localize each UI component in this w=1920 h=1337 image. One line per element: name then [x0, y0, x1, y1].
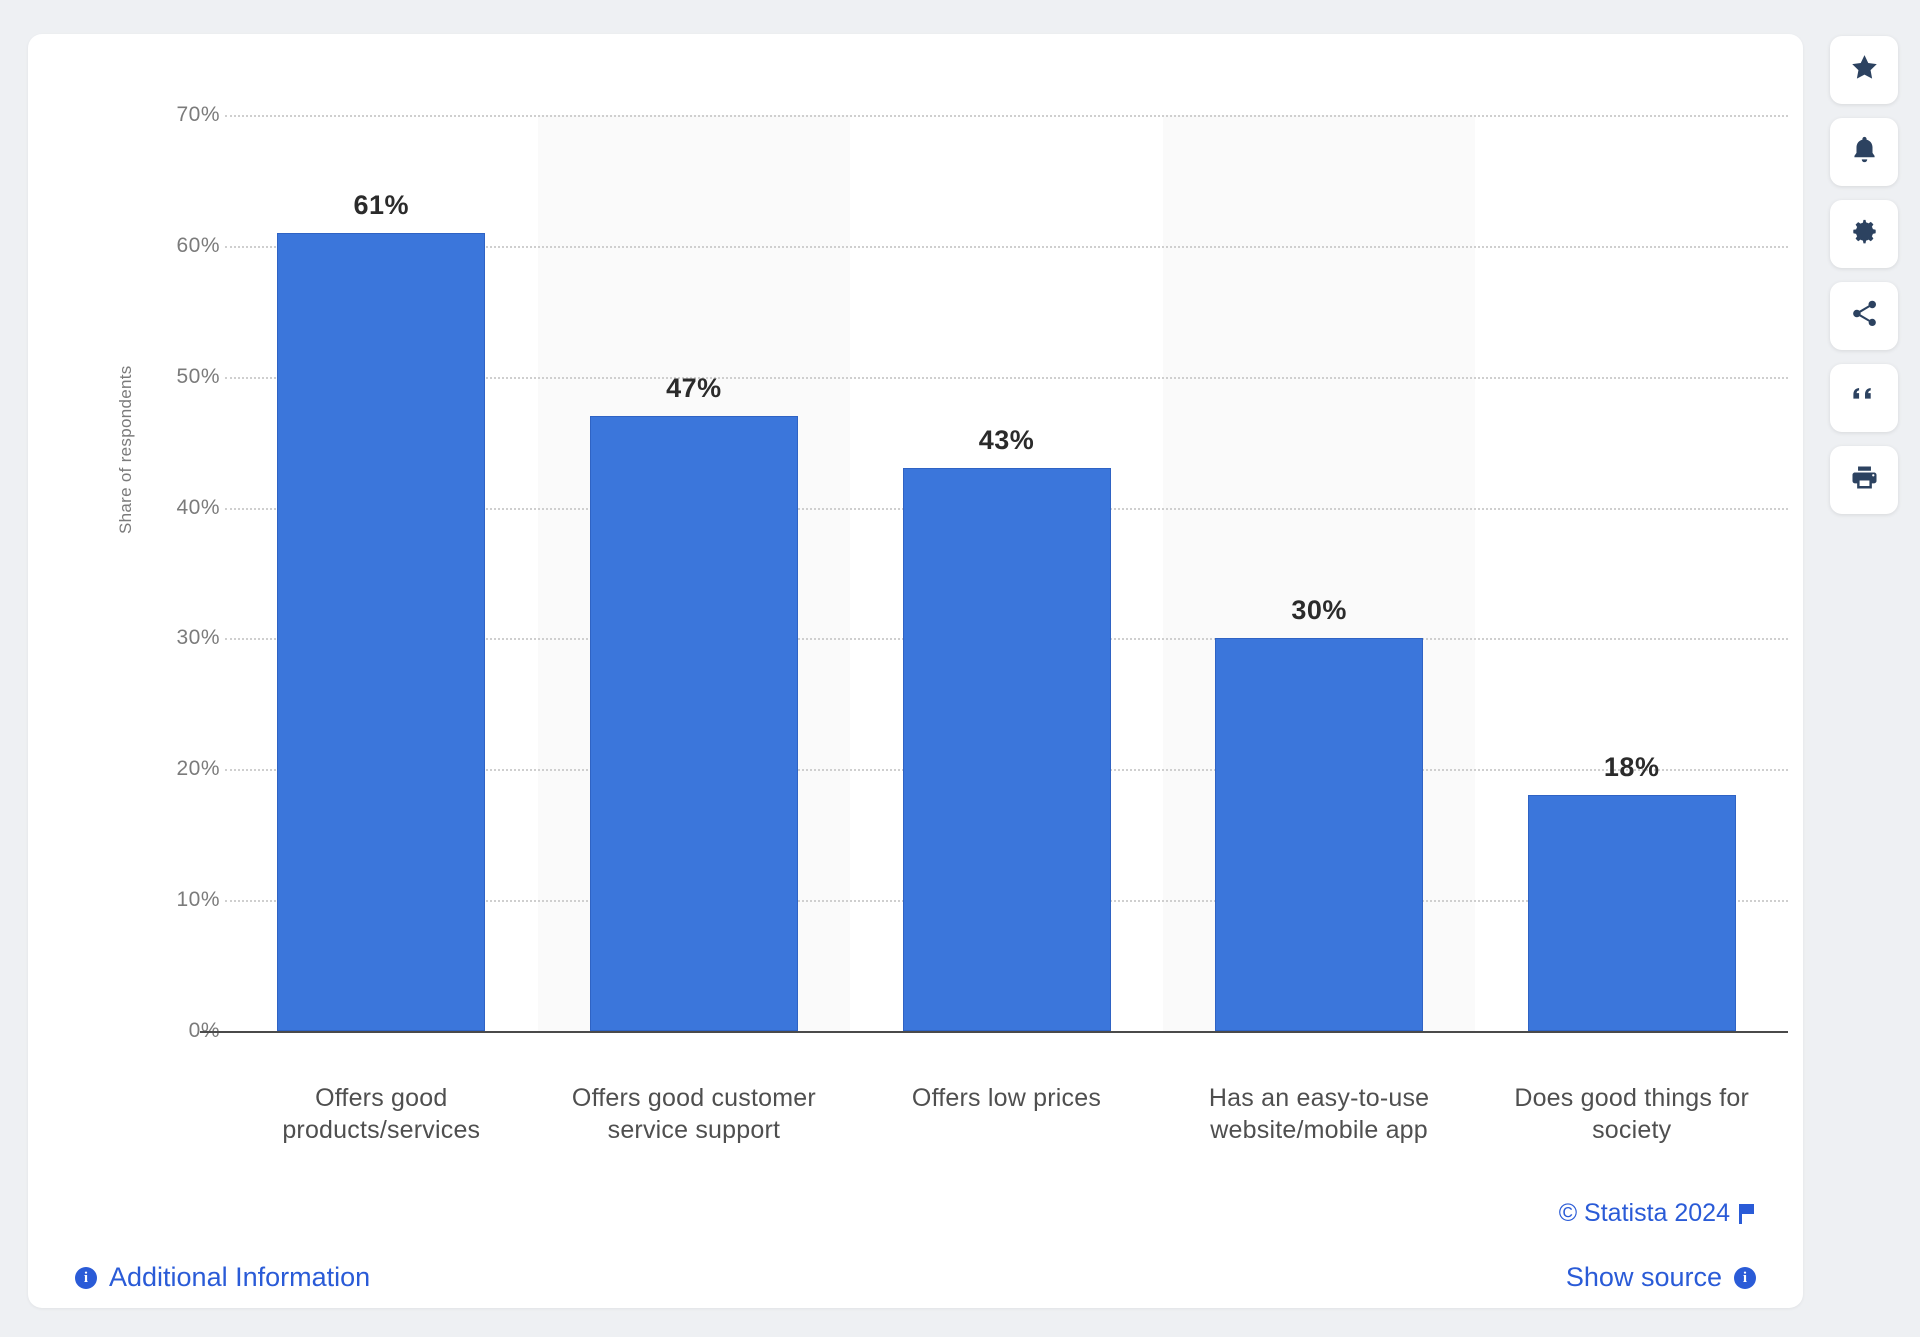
bar-chart: Share of respondents 0% 10% 20% 30% 40% 50% 60… [28, 34, 1803, 1308]
x-axis-label-line: Offers good [315, 1084, 448, 1112]
y-axis-tick-label: 60% [176, 233, 220, 257]
share-button[interactable] [1830, 282, 1898, 350]
page-root: Share of respondents 0% 10% 20% 30% 40% 50% 60… [0, 0, 1920, 1337]
y-axis-tick-label: 10% [176, 888, 220, 912]
y-axis-tick-label: 30% [176, 626, 220, 650]
x-axis-label-line: website/mobile app [1210, 1116, 1428, 1144]
notification-button[interactable] [1830, 118, 1898, 186]
additional-information-link[interactable]: i Additional Information [75, 1262, 370, 1293]
copyright: © Statista 2024 [1559, 1199, 1756, 1228]
x-axis-line [200, 1031, 1788, 1033]
x-axis-label-line: society [1592, 1116, 1672, 1144]
chart-card: Share of respondents 0% 10% 20% 30% 40% 50% 60… [28, 34, 1803, 1308]
quote-icon [1849, 380, 1880, 416]
show-source-link[interactable]: Show source i [1566, 1262, 1756, 1293]
bar[interactable] [1527, 795, 1736, 1031]
x-axis-label-line: products/services [282, 1116, 481, 1144]
citation-button[interactable] [1830, 364, 1898, 432]
gear-icon [1849, 216, 1880, 252]
info-icon: i [1734, 1266, 1756, 1289]
flag-icon [1739, 1203, 1756, 1224]
settings-button[interactable] [1830, 200, 1898, 268]
plot-area: 61% 47% 43% 30% 18% [200, 115, 1788, 1033]
x-axis-label-line: Offers low prices [911, 1084, 1102, 1112]
bar[interactable] [902, 468, 1111, 1031]
bell-icon [1849, 134, 1880, 170]
x-axis-label-line: service support [607, 1116, 781, 1144]
x-axis-category-label: Does good things for society [1475, 1082, 1788, 1146]
print-button[interactable] [1830, 446, 1898, 514]
bar-value-label: 30% [1291, 595, 1347, 626]
y-axis-tick-label: 70% [176, 103, 220, 126]
x-axis-category-label: Has an easy-to-use website/mobile app [1163, 1082, 1476, 1146]
y-axis-tick-label: 40% [176, 495, 220, 519]
bar[interactable] [1215, 638, 1424, 1031]
y-axis-tick-label: 50% [176, 364, 220, 388]
x-axis-category-label: Offers good products/services [225, 1082, 538, 1146]
side-toolbar [1830, 36, 1898, 514]
bar[interactable] [589, 415, 798, 1031]
additional-information-label: Additional Information [109, 1262, 371, 1292]
x-axis-label-line: Does good things for [1514, 1084, 1750, 1112]
bar-value-label: 18% [1603, 752, 1660, 783]
x-axis-category-label: Offers low prices [850, 1082, 1163, 1114]
bar-value-label: 47% [666, 372, 722, 403]
x-axis-label-line: Offers good customer [571, 1084, 816, 1112]
bar[interactable] [277, 232, 486, 1031]
y-axis-tick-label: 20% [176, 757, 220, 781]
star-icon [1849, 52, 1880, 88]
x-axis-category-label: Offers good customer service support [538, 1082, 851, 1146]
x-axis-label-line: Has an easy-to-use [1208, 1084, 1430, 1112]
show-source-label: Show source [1565, 1262, 1722, 1292]
info-icon: i [75, 1266, 97, 1289]
share-icon [1849, 298, 1880, 334]
copyright-text: © Statista 2024 [1558, 1199, 1730, 1227]
favorite-button[interactable] [1830, 36, 1898, 104]
bar-value-label: 43% [978, 425, 1035, 456]
gridline [225, 115, 1788, 117]
bar-value-label: 61% [353, 189, 410, 220]
print-icon [1849, 462, 1880, 498]
